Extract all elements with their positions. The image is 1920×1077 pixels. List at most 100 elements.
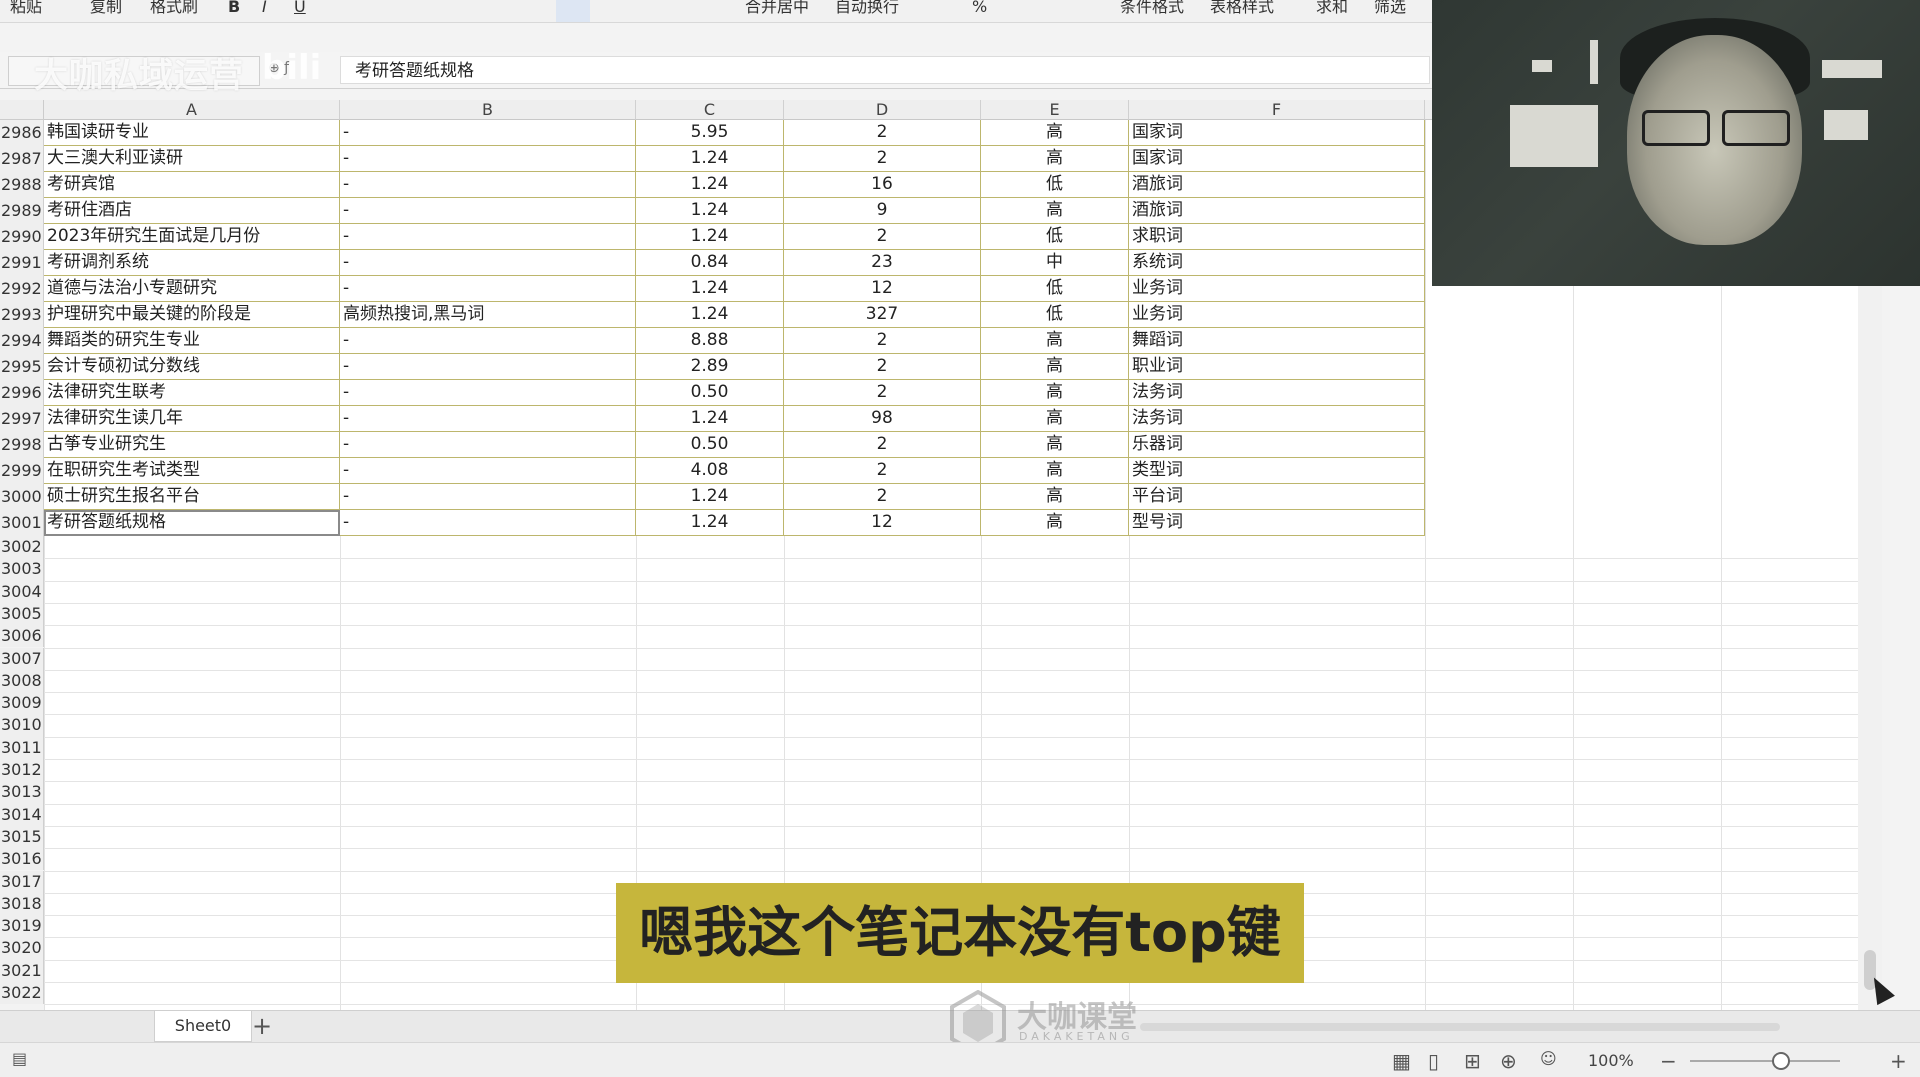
cell-b[interactable]: - bbox=[340, 276, 636, 302]
cell-d[interactable]: 16 bbox=[784, 172, 981, 198]
add-sheet-button[interactable]: + bbox=[252, 1013, 272, 1039]
cell-f[interactable]: 型号词 bbox=[1129, 510, 1425, 536]
cell-b[interactable]: - bbox=[340, 250, 636, 276]
cell-a[interactable]: 舞蹈类的研究生专业 bbox=[44, 328, 340, 354]
row-header[interactable]: 3005 bbox=[0, 602, 44, 626]
cell-e[interactable]: 高 bbox=[981, 120, 1129, 146]
cell-d[interactable]: 2 bbox=[784, 458, 981, 484]
table-style-button[interactable]: 表格样式 bbox=[1210, 0, 1274, 22]
cell-a[interactable]: 2023年研究生面试是几月份 bbox=[44, 224, 340, 250]
cell-c[interactable]: 0.84 bbox=[636, 250, 784, 276]
cell-d[interactable]: 2 bbox=[784, 120, 981, 146]
cell-a[interactable]: 法律研究生联考 bbox=[44, 380, 340, 406]
cell-d[interactable]: 2 bbox=[784, 380, 981, 406]
page-layout-icon[interactable]: ▯ bbox=[1428, 1049, 1439, 1073]
normal-view-icon[interactable]: ▦ bbox=[1392, 1049, 1411, 1073]
cell-d[interactable]: 98 bbox=[784, 406, 981, 432]
cell-a[interactable]: 考研宾馆 bbox=[44, 172, 340, 198]
cell-b[interactable]: - bbox=[340, 224, 636, 250]
cell-f[interactable]: 法务词 bbox=[1129, 406, 1425, 432]
cell-c[interactable]: 1.24 bbox=[636, 510, 784, 536]
cell-c[interactable]: 5.95 bbox=[636, 120, 784, 146]
zoom-slider[interactable] bbox=[1690, 1060, 1840, 1062]
italic-button[interactable]: I bbox=[262, 0, 267, 22]
cell-b[interactable]: - bbox=[340, 432, 636, 458]
row-header[interactable]: 3008 bbox=[0, 669, 44, 693]
horizontal-scrollbar[interactable] bbox=[1140, 1023, 1780, 1031]
select-all-corner[interactable] bbox=[0, 100, 44, 120]
cell-d[interactable]: 2 bbox=[784, 328, 981, 354]
row-header[interactable]: 3000 bbox=[0, 484, 44, 510]
reading-mode-icon[interactable]: ⊕ bbox=[1500, 1049, 1517, 1073]
cell-c[interactable]: 1.24 bbox=[636, 302, 784, 328]
row-header[interactable]: 2993 bbox=[0, 302, 44, 328]
cell-b[interactable]: - bbox=[340, 172, 636, 198]
column-header-a[interactable]: A bbox=[44, 100, 340, 120]
cell-e[interactable]: 高 bbox=[981, 484, 1129, 510]
zoom-in-icon[interactable]: + bbox=[1890, 1049, 1907, 1073]
align-left-button[interactable] bbox=[556, 0, 590, 22]
cell-c[interactable]: 1.24 bbox=[636, 198, 784, 224]
row-header[interactable]: 2998 bbox=[0, 432, 44, 458]
cell-f[interactable]: 国家词 bbox=[1129, 146, 1425, 172]
cell-a[interactable]: 考研答题纸规格 bbox=[44, 510, 340, 536]
cell-c[interactable]: 4.08 bbox=[636, 458, 784, 484]
eye-protection-icon[interactable]: ☺ bbox=[1540, 1049, 1557, 1068]
column-header-f[interactable]: F bbox=[1129, 100, 1425, 120]
cell-e[interactable]: 高 bbox=[981, 328, 1129, 354]
cell-d[interactable]: 327 bbox=[784, 302, 981, 328]
cell-b[interactable]: 高频热搜词,黑马词 bbox=[340, 302, 636, 328]
cell-c[interactable]: 1.24 bbox=[636, 146, 784, 172]
row-header[interactable]: 3011 bbox=[0, 736, 44, 759]
cell-f[interactable]: 国家词 bbox=[1129, 120, 1425, 146]
zoom-slider-knob[interactable] bbox=[1772, 1052, 1790, 1070]
row-header[interactable]: 3006 bbox=[0, 625, 44, 648]
cell-c[interactable]: 1.24 bbox=[636, 484, 784, 510]
row-header[interactable]: 2989 bbox=[0, 198, 44, 224]
cell-c[interactable]: 1.24 bbox=[636, 172, 784, 198]
row-header[interactable]: 2988 bbox=[0, 172, 44, 198]
row-header[interactable]: 2999 bbox=[0, 458, 44, 484]
cell-a[interactable]: 护理研究中最关键的阶段是 bbox=[44, 302, 340, 328]
cell-f[interactable]: 舞蹈词 bbox=[1129, 328, 1425, 354]
row-header[interactable]: 2996 bbox=[0, 380, 44, 406]
merge-center-button[interactable]: 合并居中 bbox=[745, 0, 809, 22]
zoom-out-icon[interactable]: − bbox=[1660, 1049, 1677, 1073]
cell-b[interactable]: - bbox=[340, 458, 636, 484]
cell-d[interactable]: 2 bbox=[784, 146, 981, 172]
cell-b[interactable]: - bbox=[340, 146, 636, 172]
sheet-tab-sheet0[interactable]: Sheet0 bbox=[154, 1011, 252, 1042]
cell-b[interactable]: - bbox=[340, 198, 636, 224]
cell-f[interactable]: 职业词 bbox=[1129, 354, 1425, 380]
cell-d[interactable]: 2 bbox=[784, 432, 981, 458]
row-header[interactable]: 3013 bbox=[0, 781, 44, 804]
cell-a[interactable]: 法律研究生读几年 bbox=[44, 406, 340, 432]
cell-a[interactable]: 古筝专业研究生 bbox=[44, 432, 340, 458]
cell-a[interactable]: 大三澳大利亚读研 bbox=[44, 146, 340, 172]
row-header[interactable]: 3015 bbox=[0, 825, 44, 849]
cell-a[interactable]: 硕士研究生报名平台 bbox=[44, 484, 340, 510]
cell-e[interactable]: 高 bbox=[981, 406, 1129, 432]
cell-c[interactable]: 1.24 bbox=[636, 406, 784, 432]
cell-f[interactable]: 平台词 bbox=[1129, 484, 1425, 510]
cell-b[interactable]: - bbox=[340, 380, 636, 406]
cell-e[interactable]: 中 bbox=[981, 250, 1129, 276]
cell-a[interactable]: 在职研究生考试类型 bbox=[44, 458, 340, 484]
cell-e[interactable]: 高 bbox=[981, 510, 1129, 536]
cell-f[interactable]: 酒旅词 bbox=[1129, 172, 1425, 198]
row-header[interactable]: 3001 bbox=[0, 510, 44, 536]
filter-button[interactable]: 筛选 bbox=[1374, 0, 1406, 22]
row-header[interactable]: 3014 bbox=[0, 803, 44, 826]
cell-d[interactable]: 2 bbox=[784, 484, 981, 510]
row-header[interactable]: 3007 bbox=[0, 647, 44, 670]
cell-c[interactable]: 2.89 bbox=[636, 354, 784, 380]
row-header[interactable]: 2992 bbox=[0, 276, 44, 302]
formula-input[interactable]: 考研答题纸规格 bbox=[340, 56, 1430, 84]
row-header[interactable]: 3022 bbox=[0, 982, 44, 1005]
cell-b[interactable]: - bbox=[340, 406, 636, 432]
cell-b[interactable]: - bbox=[340, 510, 636, 536]
row-header[interactable]: 2990 bbox=[0, 224, 44, 250]
cell-e[interactable]: 高 bbox=[981, 146, 1129, 172]
cell-b[interactable]: - bbox=[340, 484, 636, 510]
underline-button[interactable]: U bbox=[294, 0, 306, 22]
